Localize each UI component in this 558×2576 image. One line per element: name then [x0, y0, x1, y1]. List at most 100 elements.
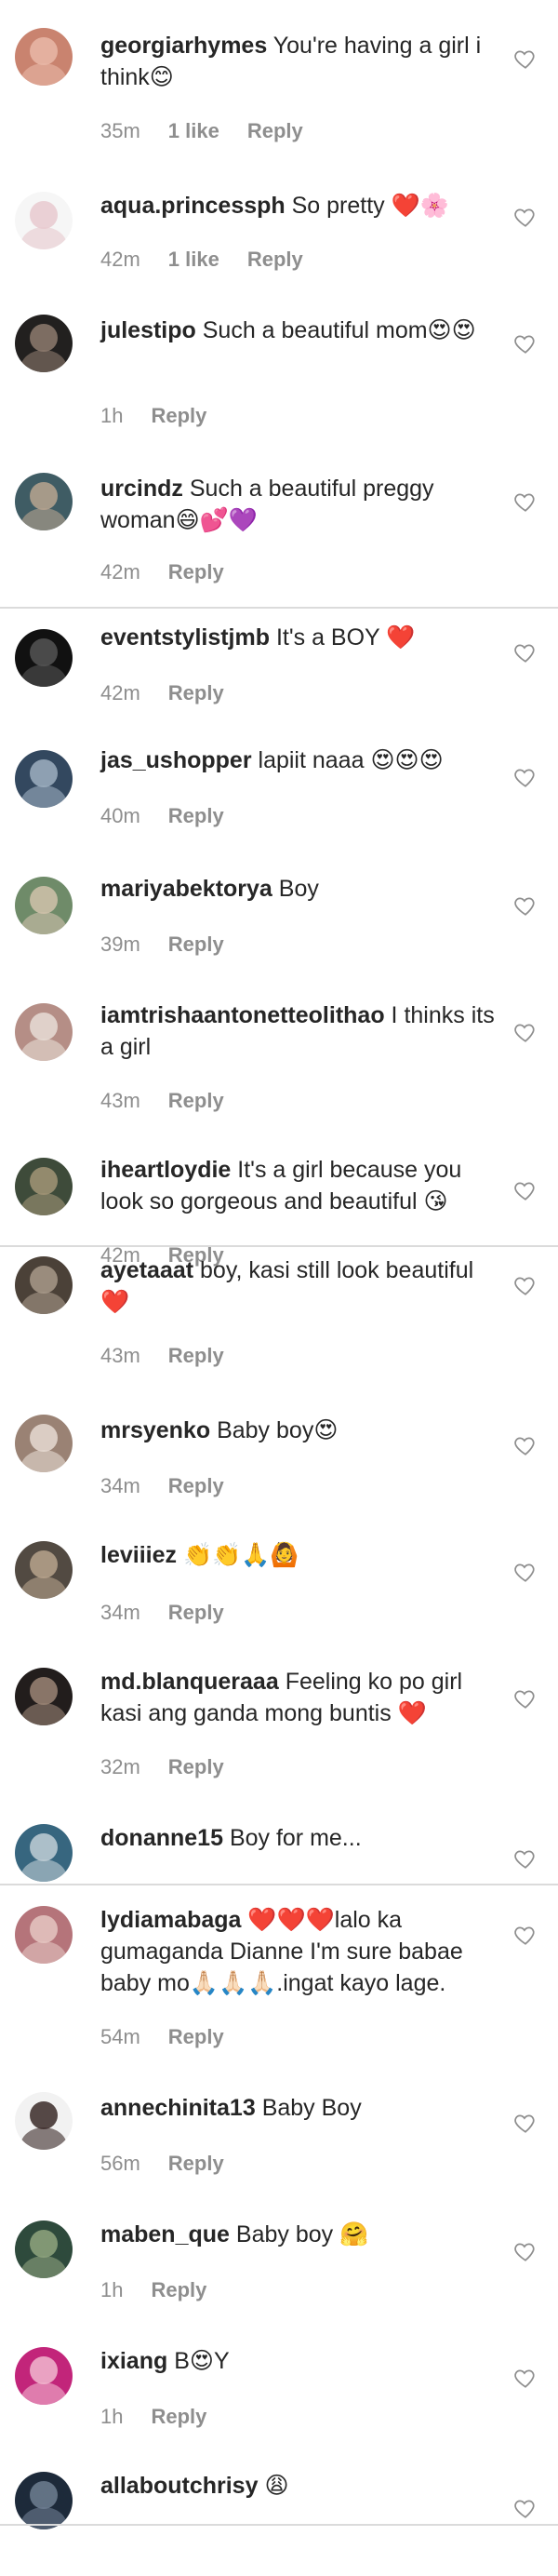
heart-outline-icon[interactable] — [513, 331, 538, 356]
comment-username[interactable]: mariyabektorya — [100, 876, 272, 902]
avatar-photo-shape — [20, 1450, 67, 1472]
heart-outline-icon[interactable] — [513, 2239, 538, 2263]
comment-username[interactable]: donanne15 — [100, 1825, 223, 1851]
avatar[interactable] — [15, 1668, 73, 1725]
reply-button[interactable]: Reply — [168, 804, 224, 828]
comment-username[interactable]: julestipo — [100, 317, 196, 343]
avatar-photo-shape — [30, 638, 58, 666]
heart-outline-icon[interactable] — [513, 1273, 538, 1297]
reply-button[interactable]: Reply — [168, 932, 224, 957]
heart-outline-icon[interactable] — [513, 1923, 538, 1947]
reply-button[interactable]: Reply — [168, 1344, 224, 1368]
avatar[interactable] — [15, 1158, 73, 1215]
comment-username[interactable]: ayetaaat — [100, 1257, 193, 1283]
reply-button[interactable]: Reply — [247, 119, 303, 143]
heart-outline-icon[interactable] — [513, 1686, 538, 1711]
comment-text: annechinita13 Baby Boy — [100, 2092, 505, 2124]
avatar-photo-shape — [30, 482, 58, 510]
avatar[interactable] — [15, 1906, 73, 1964]
avatar[interactable] — [15, 750, 73, 808]
heart-outline-icon[interactable] — [513, 1846, 538, 1871]
comment-likes[interactable]: 1 like — [168, 248, 219, 272]
comment-meta: 56m Reply — [100, 2152, 224, 2176]
avatar-photo-shape — [30, 1013, 58, 1040]
reply-button[interactable]: Reply — [168, 2025, 224, 2049]
comment-username[interactable]: ixiang — [100, 2348, 167, 2374]
reply-button[interactable]: Reply — [168, 1474, 224, 1498]
reply-button[interactable]: Reply — [168, 1755, 224, 1779]
comment-username[interactable]: jas_ushopper — [100, 747, 252, 773]
avatar-photo-shape — [30, 2356, 58, 2384]
heart-outline-icon[interactable] — [513, 2366, 538, 2390]
comment-text: mariyabektorya Boy — [100, 873, 505, 905]
avatar[interactable] — [15, 2472, 73, 2529]
heart-outline-icon[interactable] — [513, 47, 538, 71]
avatar[interactable] — [15, 2092, 73, 2150]
comment-time: 1h — [100, 2405, 124, 2428]
comment-text: aqua.princessph So pretty ❤️🌸 — [100, 190, 505, 221]
avatar-photo-shape — [20, 912, 67, 934]
heart-outline-icon[interactable] — [513, 1178, 538, 1202]
heart-outline-icon[interactable] — [513, 205, 538, 229]
avatar[interactable] — [15, 192, 73, 249]
avatar[interactable] — [15, 1256, 73, 1314]
reply-button[interactable]: Reply — [247, 248, 303, 272]
avatar[interactable] — [15, 1415, 73, 1472]
comment-likes[interactable]: 1 like — [168, 119, 219, 143]
comment-time: 54m — [100, 2025, 140, 2048]
avatar[interactable] — [15, 629, 73, 687]
comment-body: lapiit naaa 😍😍😍 — [258, 747, 444, 773]
avatar-photo-shape — [20, 1039, 67, 1061]
avatar[interactable] — [15, 473, 73, 530]
heart-outline-icon[interactable] — [513, 1020, 538, 1044]
heart-outline-icon[interactable] — [513, 2496, 538, 2520]
avatar[interactable] — [15, 1003, 73, 1061]
comment-meta: 35m 1 like Reply — [100, 119, 303, 143]
reply-button[interactable]: Reply — [168, 1601, 224, 1625]
heart-outline-icon[interactable] — [513, 490, 538, 514]
comment-username[interactable]: lydiamabaga — [100, 1907, 241, 1933]
comment-text: ixiang B😍Y — [100, 2345, 505, 2377]
heart-outline-icon[interactable] — [513, 1433, 538, 1457]
comment-body: B😍Y — [174, 2348, 230, 2374]
comment-username[interactable]: md.blanqueraaa — [100, 1669, 279, 1695]
comment-username[interactable]: eventstylistjmb — [100, 624, 270, 651]
avatar[interactable] — [15, 2347, 73, 2405]
comment-username[interactable]: iheartloydie — [100, 1157, 231, 1183]
comment-username[interactable]: iamtrishaantonetteolithao — [100, 1002, 385, 1028]
heart-outline-icon[interactable] — [513, 2111, 538, 2135]
comment-username[interactable]: urcindz — [100, 476, 183, 502]
reply-button[interactable]: Reply — [151, 2405, 206, 2429]
heart-outline-icon[interactable] — [513, 893, 538, 918]
comment-meta: 1h Reply — [100, 2278, 206, 2302]
divider — [0, 607, 558, 609]
avatar-photo-shape — [20, 2382, 67, 2405]
reply-button[interactable]: Reply — [151, 2278, 206, 2302]
avatar-photo-shape — [20, 785, 67, 808]
comment-username[interactable]: allaboutchrisy — [100, 2473, 259, 2499]
comment-username[interactable]: leviiiez — [100, 1542, 177, 1568]
reply-button[interactable]: Reply — [168, 560, 224, 584]
avatar[interactable] — [15, 315, 73, 372]
comment-username[interactable]: aqua.princessph — [100, 193, 286, 219]
heart-outline-icon[interactable] — [513, 1560, 538, 1584]
comment-username[interactable]: georgiarhymes — [100, 33, 267, 59]
heart-outline-icon[interactable] — [513, 765, 538, 789]
avatar[interactable] — [15, 877, 73, 934]
comment-time: 35m — [100, 119, 140, 142]
reply-button[interactable]: Reply — [168, 2152, 224, 2176]
comment-text: donanne15 Boy for me... — [100, 1822, 505, 1854]
comment-username[interactable]: annechinita13 — [100, 2095, 256, 2121]
reply-button[interactable]: Reply — [168, 1089, 224, 1113]
comment-meta: 32m Reply — [100, 1755, 224, 1779]
reply-button[interactable]: Reply — [168, 681, 224, 705]
avatar[interactable] — [15, 1824, 73, 1882]
avatar[interactable] — [15, 1541, 73, 1599]
comment-username[interactable]: mrsyenko — [100, 1417, 210, 1443]
reply-button[interactable]: Reply — [151, 404, 206, 428]
heart-outline-icon[interactable] — [513, 640, 538, 664]
avatar-photo-shape — [20, 2256, 67, 2278]
comment-username[interactable]: maben_que — [100, 2221, 230, 2247]
avatar[interactable] — [15, 2220, 73, 2278]
avatar[interactable] — [15, 28, 73, 86]
